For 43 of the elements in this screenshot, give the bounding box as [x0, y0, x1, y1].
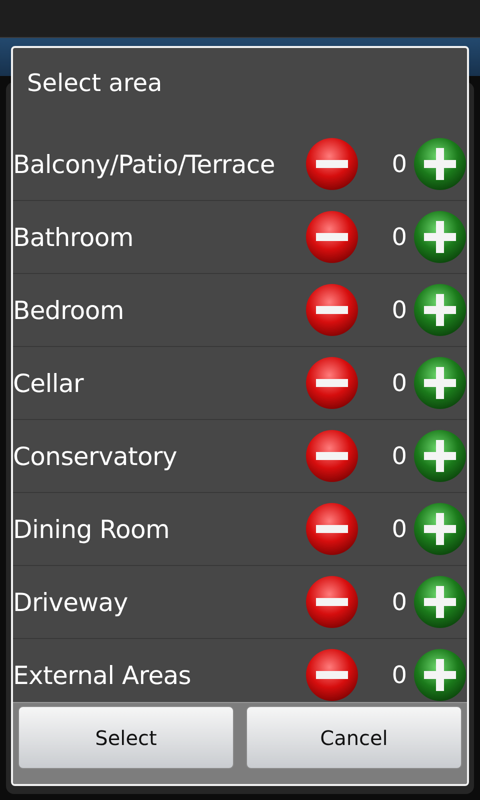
minus-icon — [305, 283, 359, 337]
area-name: Bedroom — [13, 296, 125, 324]
increase-button[interactable] — [413, 137, 467, 191]
area-name: Driveway — [13, 588, 129, 616]
area-name: Bathroom — [13, 222, 134, 252]
minus-icon — [305, 137, 359, 191]
decrease-button[interactable] — [305, 137, 359, 191]
increase-button[interactable] — [413, 429, 467, 483]
increase-button[interactable] — [413, 502, 467, 556]
increase-button[interactable] — [413, 575, 467, 629]
area-count: 0 — [390, 661, 407, 689]
increase-button[interactable] — [413, 356, 467, 410]
decrease-button[interactable] — [305, 356, 359, 410]
decrease-button[interactable] — [305, 502, 359, 556]
area-count: 0 — [390, 588, 407, 616]
decrease-button[interactable] — [305, 283, 359, 337]
area-count: 0 — [390, 442, 407, 470]
area-count: 0 — [390, 515, 407, 543]
area-count: 0 — [390, 150, 407, 178]
decrease-button[interactable] — [305, 648, 359, 702]
select-button[interactable]: Select — [18, 706, 234, 769]
area-name: External Areas — [13, 660, 192, 690]
area-name: Cellar — [13, 368, 85, 398]
decrease-button[interactable] — [305, 210, 359, 264]
area-name: Conservatory — [13, 442, 178, 470]
area-count: 0 — [390, 223, 407, 251]
dialog-title: Select area — [27, 69, 162, 97]
decrease-button[interactable] — [305, 429, 359, 483]
area-name: Dining Room — [13, 514, 171, 544]
increase-button[interactable] — [413, 283, 467, 337]
area-count: 0 — [390, 296, 407, 324]
decrease-button[interactable] — [305, 575, 359, 629]
minus-icon — [305, 356, 359, 410]
increase-button[interactable] — [413, 648, 467, 702]
cancel-button[interactable]: Cancel — [246, 706, 462, 769]
minus-icon — [305, 502, 359, 556]
minus-icon — [305, 648, 359, 702]
area-count: 0 — [390, 369, 407, 397]
minus-icon — [305, 210, 359, 264]
minus-icon — [305, 429, 359, 483]
area-name: Balcony/Patio/Terrace — [13, 150, 276, 178]
minus-icon — [305, 575, 359, 629]
increase-button[interactable] — [413, 210, 467, 264]
